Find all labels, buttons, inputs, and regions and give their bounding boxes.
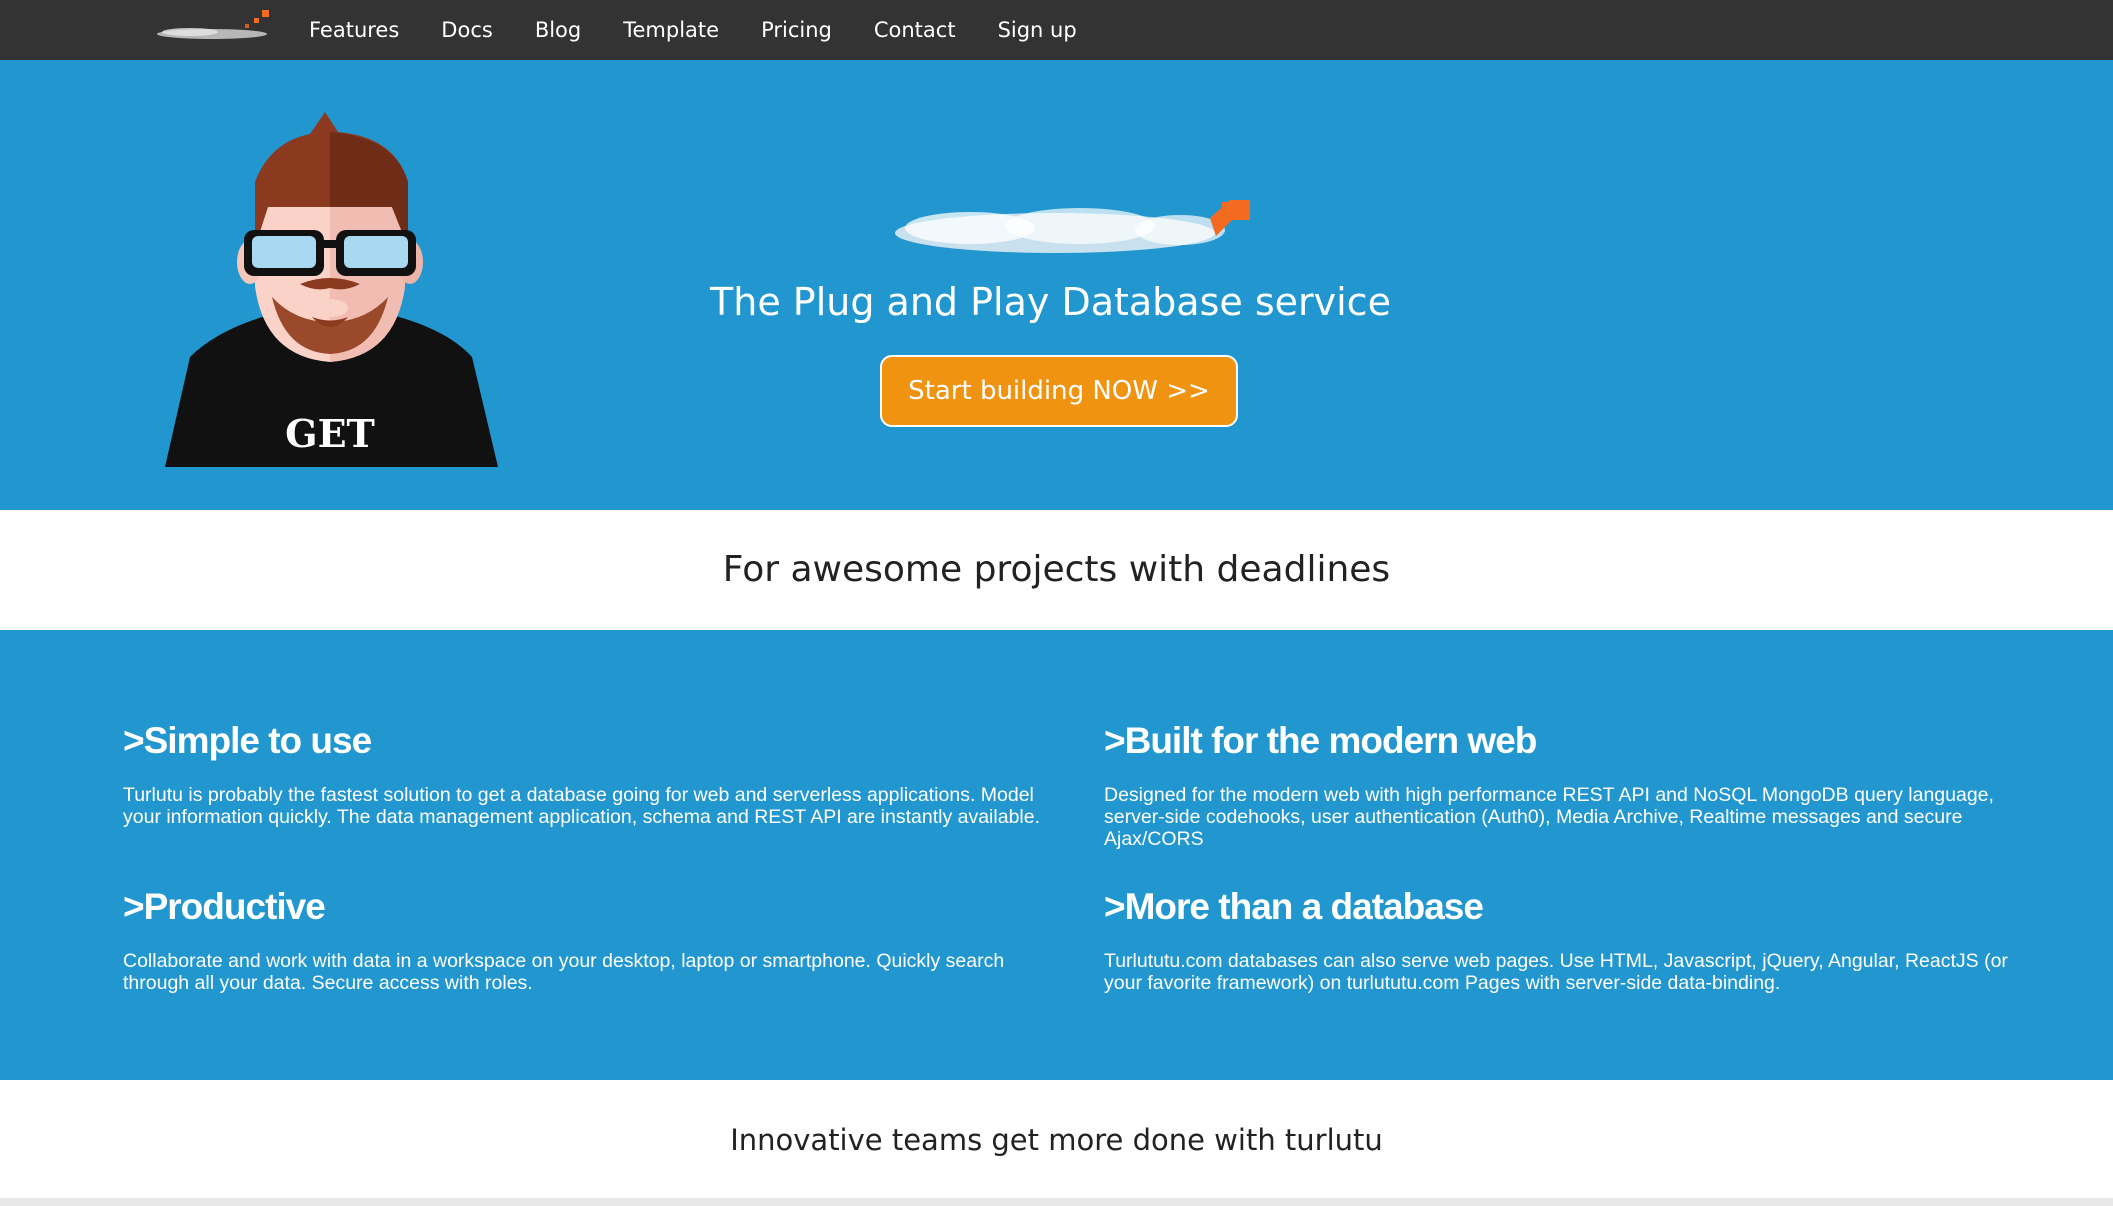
nav-link-pricing[interactable]: Pricing [740, 0, 853, 60]
feature-body: Turlutu is probably the fastest solution… [123, 784, 1041, 828]
features-section: >Simple to use Turlutu is probably the f… [0, 630, 2113, 1080]
feature-body: Turlututu.com databases can also serve w… [1104, 950, 2008, 994]
nav-link-signup[interactable]: Sign up [977, 0, 1098, 60]
subtitle-text: For awesome projects with deadlines [722, 549, 1391, 590]
feature-more-than-database: >More than a database Turlututu.com data… [1104, 886, 2024, 994]
feature-title: >Built for the modern web [1104, 720, 1537, 761]
hero-tagline: The Plug and Play Database service [710, 280, 1391, 324]
feature-title: >Productive [123, 886, 326, 927]
feature-body: Designed for the modern web with high pe… [1104, 784, 1994, 850]
nav-link-contact[interactable]: Contact [853, 0, 977, 60]
mascot-shirt-text: GET [285, 411, 375, 456]
page-bottom-divider [0, 1198, 2113, 1206]
feature-built-for-modern-web: >Built for the modern web Designed for t… [1104, 720, 2024, 850]
top-navbar: Features Docs Blog Template Pricing Cont… [0, 0, 2113, 60]
subtitle-band: For awesome projects with deadlines [0, 510, 2113, 630]
nav-link-template[interactable]: Template [602, 0, 740, 60]
feature-title: >More than a database [1104, 886, 1484, 927]
nav-links: Features Docs Blog Template Pricing Cont… [288, 0, 1098, 60]
feature-productive: >Productive Collaborate and work with da… [123, 886, 1043, 994]
teams-band: Innovative teams get more done with turl… [0, 1080, 2113, 1200]
feature-body: Collaborate and work with data in a work… [123, 950, 1005, 994]
brand-logo-icon[interactable] [150, 6, 280, 46]
feature-title: >Simple to use [123, 720, 372, 761]
start-building-button[interactable]: Start building NOW >> [880, 355, 1238, 427]
nav-link-docs[interactable]: Docs [420, 0, 514, 60]
feature-simple-to-use: >Simple to use Turlutu is probably the f… [123, 720, 1043, 828]
nav-link-blog[interactable]: Blog [514, 0, 602, 60]
hero-brand-logo [895, 200, 1250, 253]
nav-link-features[interactable]: Features [288, 0, 420, 60]
teams-text: Innovative teams get more done with turl… [730, 1123, 1383, 1157]
hero-section: GET The Plug and Play Database service S… [0, 60, 2113, 510]
